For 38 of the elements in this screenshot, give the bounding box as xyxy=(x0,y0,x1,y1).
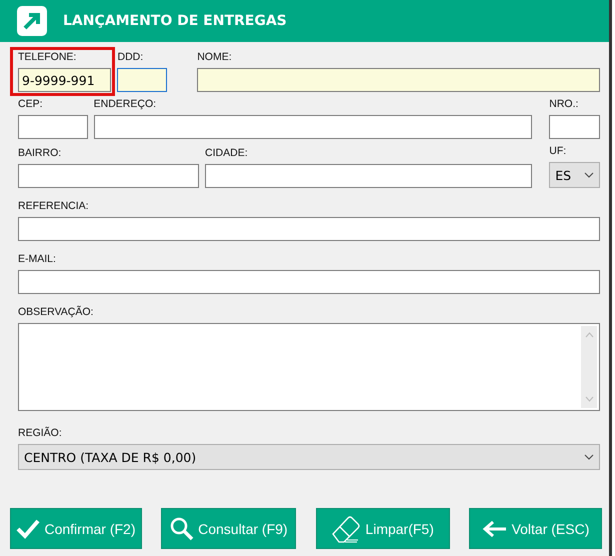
input-field[interactable]: 9-9999-991 xyxy=(18,68,112,92)
confirm-button[interactable]: Confirmar (F2) xyxy=(10,508,142,549)
field-label: DDD: xyxy=(117,50,144,65)
dropdown[interactable]: ES xyxy=(549,162,600,188)
eraser-icon xyxy=(331,514,362,542)
field-label: REGIÃO: xyxy=(18,426,63,441)
checkmark-icon xyxy=(16,518,40,538)
field-label: OBSERVAÇÃO: xyxy=(18,304,94,320)
input-field[interactable] xyxy=(117,68,168,92)
input-field[interactable] xyxy=(94,115,532,139)
field-label: NRO.: xyxy=(549,97,580,112)
search-button[interactable]: Consultar (F9) xyxy=(161,508,296,549)
input-field[interactable] xyxy=(205,164,532,188)
field-label: E-MAIL: xyxy=(18,252,57,267)
input-field[interactable] xyxy=(18,164,200,188)
field-label: ENDEREÇO: xyxy=(94,97,158,112)
arrow-logo-icon xyxy=(17,6,47,36)
field-label: BAIRRO: xyxy=(18,146,62,161)
field-label: REFERENCIA: xyxy=(18,199,90,214)
caret-icon xyxy=(584,172,594,178)
field-label: CEP: xyxy=(18,97,44,112)
input-field[interactable] xyxy=(18,270,600,294)
back-arrow-icon xyxy=(482,520,508,538)
input-field[interactable] xyxy=(18,217,600,241)
field-label: CIDADE: xyxy=(205,146,249,161)
input-field[interactable] xyxy=(18,115,88,139)
field-label: TELEFONE: xyxy=(18,50,78,65)
field-label: UF: xyxy=(549,144,568,159)
back-button[interactable]: Voltar (ESC) xyxy=(468,508,602,549)
input-field[interactable] xyxy=(197,68,600,92)
dropdown[interactable]: CENTRO (TAXA DE R$ 0,00) xyxy=(18,444,600,470)
text-area[interactable] xyxy=(18,323,600,411)
window-title: LANÇAMENTO DE ENTREGAS xyxy=(63,13,287,29)
clear-button[interactable]: Limpar(F5) xyxy=(316,508,450,549)
caret-icon xyxy=(584,454,594,460)
field-label: NOME: xyxy=(197,50,233,65)
input-field[interactable] xyxy=(549,115,600,139)
search-icon xyxy=(170,516,194,540)
